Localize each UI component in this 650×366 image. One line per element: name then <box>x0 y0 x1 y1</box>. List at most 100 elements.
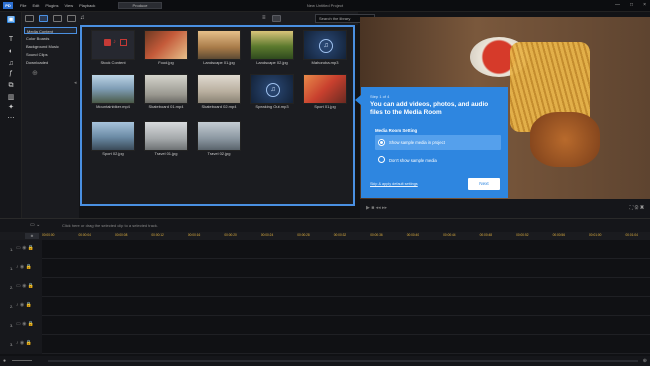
timecode: 00:00:36 <box>370 233 383 237</box>
menu-view[interactable]: View <box>64 3 73 8</box>
sort-icon[interactable]: ≡ <box>262 15 271 22</box>
filter-all-icon[interactable] <box>39 15 48 22</box>
grid-view-icon[interactable] <box>272 15 281 22</box>
media-thumbnail[interactable] <box>197 30 241 60</box>
item-caption: Sport 01.jpg <box>314 104 336 109</box>
track-row[interactable]: 2. ▭ ◉ 🔒 <box>0 278 650 297</box>
timecode-row[interactable]: 00:00:00 00:00:04 00:00:08 00:00:12 00:0… <box>42 233 650 239</box>
setting-title: Media Room Setting <box>375 128 418 133</box>
color-room-icon[interactable]: ▥ <box>7 94 15 101</box>
item-caption: Travel 02.jpg <box>207 151 231 156</box>
item-caption: Sport 02.jpg <box>102 151 124 156</box>
item-caption: Mahoroba.mp3 <box>311 60 339 65</box>
stock-content-tile[interactable]: ♪ <box>91 30 135 60</box>
track-row[interactable]: 3. ▭ ◉ 🔒 <box>0 316 650 335</box>
skip-link[interactable]: Skip & apply default settings <box>370 182 418 186</box>
filter-image-icon[interactable] <box>67 15 76 22</box>
media-thumbnail[interactable] <box>197 74 241 104</box>
timecode: 00:00:12 <box>151 233 164 237</box>
media-thumbnail[interactable] <box>91 74 135 104</box>
radio-dot <box>380 141 383 144</box>
timecode: 00:00:00 <box>42 233 55 237</box>
timeline-scrollbar[interactable] <box>48 360 638 362</box>
track-row[interactable]: 1. ▭ ◉ 🔒 <box>0 240 650 259</box>
room-sound-clips[interactable]: Sound Clips <box>24 51 77 58</box>
effect-room-icon[interactable]: ƒ <box>7 70 15 77</box>
room-background-music[interactable]: Background Music <box>24 43 77 50</box>
option-hide-label[interactable]: Don't show sample media <box>389 158 437 163</box>
produce-button[interactable]: Produce <box>118 2 162 9</box>
menu-playback[interactable]: Playback <box>79 3 95 8</box>
track-controls-icon[interactable]: ♪ ◉ 🔒 <box>16 302 32 308</box>
menu-file[interactable]: File <box>20 3 26 8</box>
timeline-ruler: ⊕ 00:00:00 00:00:04 00:00:08 00:00:12 00… <box>0 232 650 240</box>
track-row[interactable]: 2. ♪ ◉ 🔒 <box>0 297 650 316</box>
track-number: 1. <box>10 247 14 252</box>
track-controls-icon[interactable]: ♪ ◉ 🔒 <box>16 264 32 270</box>
playback-controls[interactable]: ▶ ■ ◂◂ ▸▸ <box>366 205 426 211</box>
timecode: 00:00:24 <box>260 233 274 237</box>
ruler-mode[interactable]: ⊕ <box>25 233 39 239</box>
item-caption: Landscape 02.jpg <box>256 60 288 65</box>
media-thumbnail[interactable] <box>144 121 188 151</box>
track-row[interactable]: 1. ♪ ◉ 🔒 <box>0 259 650 278</box>
option-show-row[interactable]: Show sample media in project <box>375 135 501 150</box>
more-rooms-icon[interactable]: ⋯ <box>7 115 15 122</box>
media-thumbnail[interactable] <box>144 74 188 104</box>
track-controls-icon[interactable]: ▭ ◉ 🔒 <box>16 245 34 251</box>
music-icon: ♪ <box>113 39 116 45</box>
media-thumbnail[interactable] <box>91 121 135 151</box>
radio-unselected[interactable] <box>378 156 385 163</box>
music-note-icon: ♫ <box>319 39 333 53</box>
filter-video-icon[interactable] <box>53 15 62 22</box>
menu-edit[interactable]: Edit <box>32 3 39 8</box>
minimize-icon[interactable]: — <box>615 2 620 8</box>
add-room-icon[interactable]: ⊕ <box>32 69 38 77</box>
track-controls-icon[interactable]: ▭ ◉ 🔒 <box>16 321 34 327</box>
zoom-in-icon[interactable]: ⊕ <box>643 358 647 364</box>
library-toolbar: ♫ ≡ Search the library ⌕ <box>22 12 375 25</box>
audio-thumbnail[interactable]: ♫ <box>250 74 294 104</box>
media-room-icon[interactable]: ▣ <box>7 16 15 23</box>
next-button[interactable]: Next <box>468 178 500 190</box>
collapse-icon[interactable]: ◂ <box>74 80 77 86</box>
track-number: 1. <box>10 266 14 271</box>
timecode: 00:01:04 <box>625 233 638 237</box>
radio-selected[interactable] <box>378 139 385 146</box>
room-downloaded[interactable]: Downloaded <box>24 59 77 66</box>
timecode: 00:01:00 <box>589 233 602 237</box>
maximize-icon[interactable]: □ <box>630 2 633 8</box>
timecode: 00:00:04 <box>78 233 91 237</box>
filter-audio-icon[interactable]: ♫ <box>80 15 89 22</box>
pip-room-icon[interactable]: ⧉ <box>7 82 15 89</box>
audio-thumbnail[interactable]: ♫ <box>303 30 347 60</box>
track-row[interactable]: 3. ♪ ◉ 🔒 <box>0 335 650 354</box>
track-controls-icon[interactable]: ▭ ◉ 🔒 <box>16 283 34 289</box>
media-thumbnail[interactable] <box>250 30 294 60</box>
timecode: 00:00:16 <box>187 233 201 237</box>
preview-options-icon[interactable]: ⛶ ⚙ ▣ <box>630 205 644 211</box>
media-thumbnail[interactable] <box>197 121 241 151</box>
track-controls-icon[interactable]: ♪ ◉ 🔒 <box>16 340 32 346</box>
popup-heading: You can add videos, photos, and audio fi… <box>370 101 489 116</box>
room-color-boards[interactable]: Color Boards <box>24 35 77 42</box>
menu-bar: File Edit Plugins View Playback <box>20 3 95 8</box>
zoom-out-icon[interactable]: ● <box>3 358 6 364</box>
zoom-slider[interactable] <box>12 360 32 361</box>
timeline-mode-icon[interactable]: ▭ ⌄ <box>30 222 40 228</box>
project-title: New Untitled Project <box>306 3 344 8</box>
import-icon[interactable] <box>25 15 34 22</box>
room-media-content[interactable]: Media Content <box>24 27 77 34</box>
track-number: 3. <box>10 323 14 328</box>
media-thumbnail[interactable] <box>303 74 347 104</box>
track-number: 3. <box>10 342 14 347</box>
audio-room-icon[interactable]: ♫ <box>7 60 15 67</box>
onboarding-popup: Step 1 of 4 You can add videos, photos, … <box>355 87 508 198</box>
particle-room-icon[interactable]: ✦ <box>7 104 15 111</box>
transition-room-icon[interactable]: ◐ <box>7 48 15 55</box>
title-room-icon[interactable]: T <box>7 36 15 43</box>
close-icon[interactable]: × <box>643 2 646 8</box>
media-thumbnail[interactable] <box>144 30 188 60</box>
menu-plugins[interactable]: Plugins <box>45 3 58 8</box>
item-caption: Speaking Out.mp3 <box>255 104 289 109</box>
